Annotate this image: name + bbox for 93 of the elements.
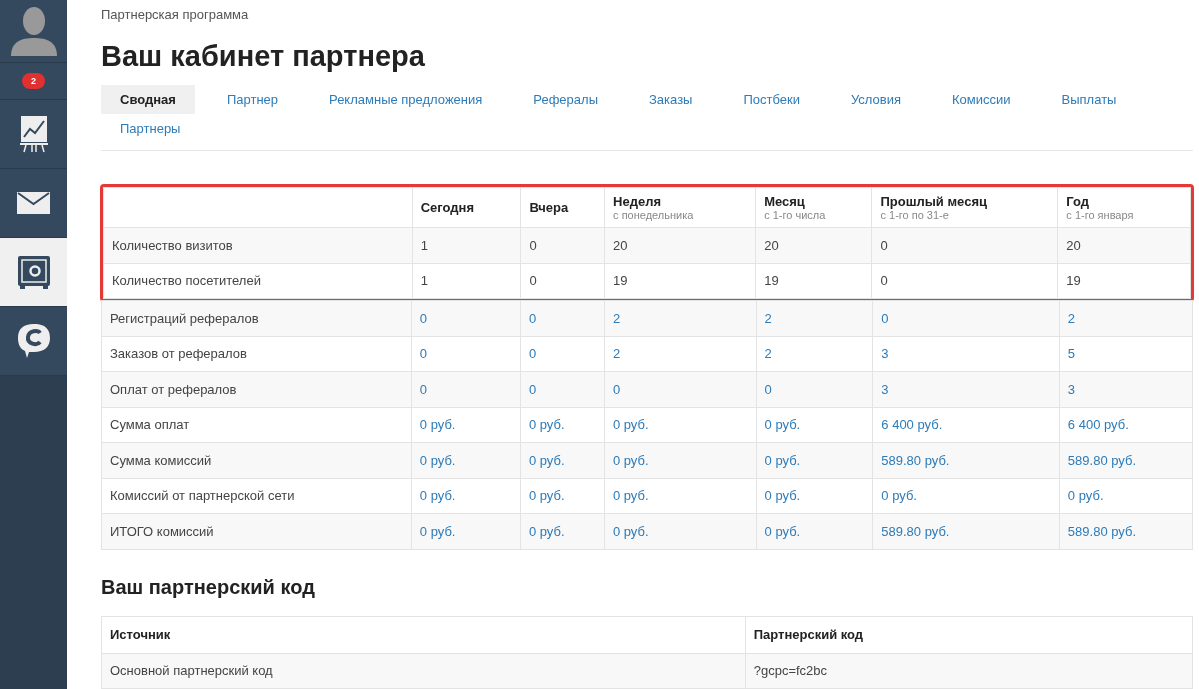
value-text: 19 xyxy=(613,273,628,289)
breadcrumb: Партнерская программа xyxy=(101,7,250,22)
value-text: 1 xyxy=(420,237,428,253)
value-link[interactable]: 589.80 руб. xyxy=(881,523,950,539)
value-text: 20 xyxy=(1066,237,1081,253)
value-link[interactable]: 0 xyxy=(419,381,428,397)
sidebar-item[interactable] xyxy=(0,307,67,376)
value-text: 20 xyxy=(613,237,628,253)
value-link[interactable]: 0 xyxy=(528,381,537,397)
tab[interactable]: Комиссии xyxy=(933,85,1030,114)
value-link[interactable]: 3 xyxy=(881,381,889,397)
value-link[interactable]: 0 xyxy=(764,381,772,397)
value-link[interactable]: 0 xyxy=(528,346,537,362)
row-label: Регистраций рефералов xyxy=(101,300,412,336)
row-label: Комиссий от партнерской сети xyxy=(101,478,412,514)
value-link[interactable]: 0 руб. xyxy=(764,417,801,433)
sidebar-item[interactable] xyxy=(0,169,67,238)
sidebar-item[interactable] xyxy=(0,238,67,307)
value-link[interactable]: 0 xyxy=(612,381,621,397)
value-text: 20 xyxy=(764,237,779,253)
row-label: Оплат от рефералов xyxy=(101,371,412,407)
value-link[interactable]: 0 руб. xyxy=(528,417,565,433)
row-label: ИТОГО комиссий xyxy=(101,513,412,549)
value-link[interactable]: 3 xyxy=(1067,381,1076,397)
safe-icon[interactable] xyxy=(16,255,51,289)
value-link[interactable]: 0 руб. xyxy=(528,523,565,539)
value-link[interactable]: 0 xyxy=(419,346,428,362)
value-text: 19 xyxy=(764,273,779,289)
row-label: Заказов от рефералов xyxy=(101,336,412,372)
value-link[interactable]: 0 руб. xyxy=(419,417,456,433)
column-header: Сегодня xyxy=(412,187,521,228)
chart-board-icon[interactable] xyxy=(19,115,48,153)
row-label: Количество визитов xyxy=(103,227,413,263)
section-title: Ваш партнерский код xyxy=(101,575,316,599)
value-link[interactable]: 0 руб. xyxy=(419,523,456,539)
value-link[interactable]: 0 руб. xyxy=(612,417,649,433)
tab[interactable]: Заказы xyxy=(630,85,712,114)
row-label: Сумма комиссий xyxy=(101,442,412,478)
column-header: Год с 1-го января xyxy=(1057,187,1191,228)
value-link[interactable]: 0 руб. xyxy=(528,452,565,468)
value-text: 0 xyxy=(529,237,537,253)
value-link[interactable]: 0 руб. xyxy=(881,488,917,504)
column-header: Источник xyxy=(101,616,746,653)
column-header: Прошлый месяц с 1-го по 31-е xyxy=(871,187,1058,228)
value-link[interactable]: 0 руб. xyxy=(528,488,565,504)
tab[interactable]: Выплаты xyxy=(1042,85,1136,114)
value-text: 0 xyxy=(529,273,537,289)
row-label: Количество посетителей xyxy=(103,263,413,299)
tab[interactable]: Постбеки xyxy=(724,85,819,114)
row-label: Сумма оплат xyxy=(101,407,412,443)
value-link[interactable]: 5 xyxy=(1067,346,1076,362)
value-link[interactable]: 0 руб. xyxy=(764,452,801,468)
value-text: 0 xyxy=(880,237,888,253)
tab[interactable]: Условия xyxy=(831,85,921,114)
chat-icon[interactable] xyxy=(16,323,51,359)
mail-icon[interactable] xyxy=(17,192,50,214)
value-link[interactable]: 2 xyxy=(764,310,772,326)
value-link[interactable]: 0 руб. xyxy=(612,452,649,468)
value-link[interactable]: 0 руб. xyxy=(764,523,801,539)
value-link[interactable]: 2 xyxy=(612,310,621,326)
value-link[interactable]: 2 xyxy=(1067,310,1076,326)
value-link[interactable]: 0 xyxy=(419,310,428,326)
value-link[interactable]: 3 xyxy=(881,346,889,362)
value-link[interactable]: 0 руб. xyxy=(612,488,649,504)
page-title: Ваш кабинет партнера xyxy=(101,40,426,73)
value-link[interactable]: 2 xyxy=(612,346,621,362)
column-header: Неделя с понедельника xyxy=(604,187,756,228)
sidebar-item[interactable] xyxy=(0,100,67,169)
value-link[interactable]: 2 xyxy=(764,346,772,362)
column-header: Вчера xyxy=(520,187,605,228)
column-header: Месяц с 1-го числа xyxy=(755,187,872,228)
value-link[interactable]: 0 руб. xyxy=(612,523,649,539)
value-link[interactable]: 0 руб. xyxy=(419,452,456,468)
avatar-silhouette-icon[interactable] xyxy=(10,6,57,56)
tab[interactable]: Партнер xyxy=(207,85,298,114)
value-link[interactable]: 0 руб. xyxy=(1067,488,1104,504)
tab[interactable]: Партнеры xyxy=(101,114,200,143)
value-link[interactable]: 0 xyxy=(881,310,889,326)
value-text: 19 xyxy=(1066,273,1081,289)
table-cell: Основной партнерский код xyxy=(101,653,746,689)
tab[interactable]: Сводная xyxy=(101,85,195,114)
value-link[interactable]: 589.80 руб. xyxy=(881,452,950,468)
value-text: 0 xyxy=(880,273,888,289)
value-text: 1 xyxy=(420,273,428,289)
value-link[interactable]: 0 xyxy=(528,310,537,326)
value-link[interactable]: 0 руб. xyxy=(419,488,456,504)
column-header: Партнерский код xyxy=(745,616,1193,653)
value-link[interactable]: 6 400 руб. xyxy=(881,417,943,433)
value-link[interactable]: 0 руб. xyxy=(764,488,801,504)
tab[interactable]: Рефералы xyxy=(514,85,617,114)
table-cell: ?gcpc=fc2bc xyxy=(745,653,1193,689)
notification-badge[interactable]: 2 xyxy=(22,73,45,89)
tab[interactable]: Рекламные предложения xyxy=(310,85,502,114)
